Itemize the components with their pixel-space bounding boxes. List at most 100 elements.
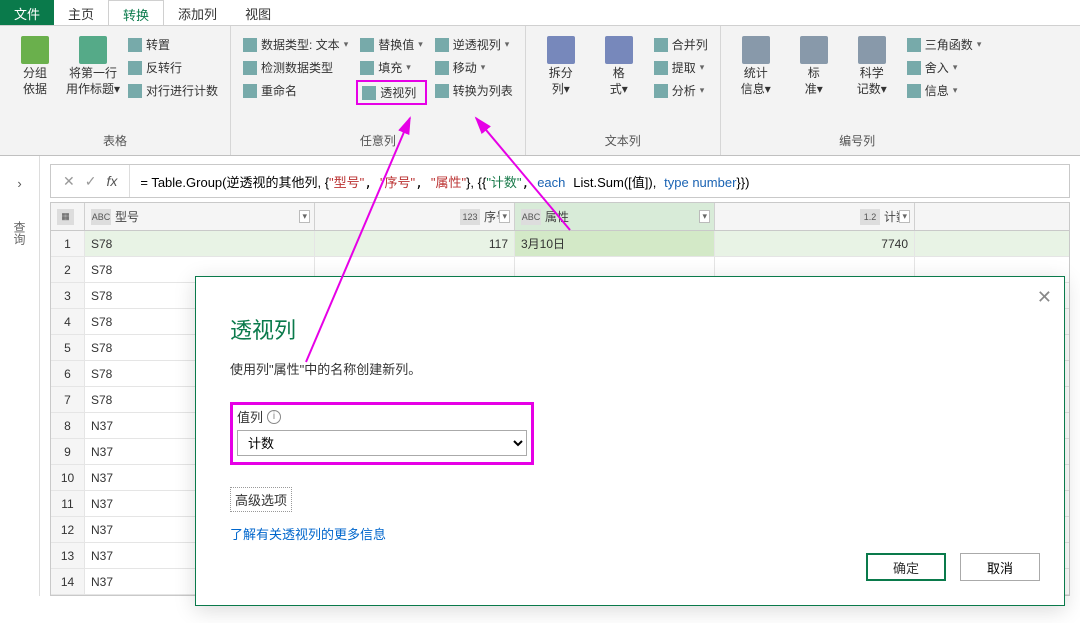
group-table: 分组 依据 将第一行 用作标题▾ 转置 反转行 对行进行计数 表格	[0, 26, 231, 155]
filter-dropdown-icon[interactable]: ▾	[699, 210, 710, 223]
col-header-count[interactable]: 1.2计数▾	[715, 203, 915, 230]
group-textcol-label: 文本列	[534, 128, 712, 155]
formula-text[interactable]: = Table.Group(逆透视的其他列, {"型号", "序号", "属性"…	[130, 172, 759, 191]
col-header-seq[interactable]: 123序号▾	[315, 203, 515, 230]
round-icon	[907, 61, 921, 75]
value-column-label: 值列i	[237, 407, 527, 426]
group-anycol-label: 任意列	[239, 128, 517, 155]
learn-more-link[interactable]: 了解有关透视列的更多信息	[230, 524, 1030, 543]
cell-attribute[interactable]: 3月10日	[515, 231, 715, 256]
parse-button[interactable]: 分析▾	[650, 80, 712, 101]
expand-chevron-icon[interactable]: ›	[17, 176, 21, 191]
move-icon	[435, 61, 449, 75]
group-textcol: 拆分 列▾ 格 式▾ 合并列 提取▾ 分析▾ 文本列	[526, 26, 721, 155]
count-rows-button[interactable]: 对行进行计数	[124, 80, 222, 101]
tab-file[interactable]: 文件	[0, 0, 54, 25]
queries-pane-collapsed[interactable]: › 查询	[0, 156, 40, 596]
row-index: 2	[51, 257, 85, 282]
group-anycol: 数据类型: 文本▾ 检测数据类型 重命名 替换值▾ 填充▾ 透视列 逆透视列▾ …	[231, 26, 526, 155]
row-index: 14	[51, 569, 85, 594]
move-button[interactable]: 移动▾	[431, 57, 517, 78]
fx-icon[interactable]: fx	[106, 173, 117, 189]
split-column-button[interactable]: 拆分 列▾	[534, 30, 588, 101]
table-row[interactable]: 1S781173月10日7740	[51, 231, 1069, 257]
info-button[interactable]: 信息▾	[903, 80, 986, 101]
formula-accept-icon[interactable]: ✓	[85, 173, 97, 190]
dialog-description: 使用列"属性"中的名称创建新列。	[230, 359, 1030, 378]
merge-cols-button[interactable]: 合并列	[650, 34, 712, 55]
pivot-column-button[interactable]: 透视列	[356, 80, 427, 105]
sigma-icon	[742, 36, 770, 64]
tab-addcol[interactable]: 添加列	[164, 0, 231, 25]
table-icon: ▦	[57, 209, 74, 225]
cancel-button[interactable]: 取消	[960, 553, 1040, 581]
filter-dropdown-icon[interactable]: ▾	[299, 210, 310, 223]
cell-model[interactable]: S78	[85, 231, 315, 256]
formula-bar: ✕ ✓ fx = Table.Group(逆透视的其他列, {"型号", "序号…	[50, 164, 1070, 198]
text-type-icon: ABC	[521, 209, 541, 225]
detect-type-button[interactable]: 检测数据类型	[239, 57, 352, 78]
row-index: 10	[51, 465, 85, 490]
reverse-rows-button[interactable]: 反转行	[124, 57, 222, 78]
extract-button[interactable]: 提取▾	[650, 57, 712, 78]
tab-transform[interactable]: 转换	[108, 0, 164, 25]
ok-button[interactable]: 确定	[866, 553, 946, 581]
col-header-attribute[interactable]: ABC属性▾	[515, 203, 715, 230]
text-type-icon: ABC	[91, 209, 111, 225]
format-button[interactable]: 格 式▾	[592, 30, 646, 101]
to-list-button[interactable]: 转换为列表	[431, 80, 517, 101]
datatype-button[interactable]: 数据类型: 文本▾	[239, 34, 352, 55]
filter-dropdown-icon[interactable]: ▾	[899, 210, 910, 223]
trig-button[interactable]: 三角函数▾	[903, 34, 986, 55]
replace-values-button[interactable]: 替换值▾	[356, 34, 427, 55]
col-header-model[interactable]: ABC型号▾	[85, 203, 315, 230]
detect-icon	[243, 61, 257, 75]
menu-bar: 文件 主页 转换 添加列 视图	[0, 0, 1080, 26]
row-index: 6	[51, 361, 85, 386]
rename-button[interactable]: 重命名	[239, 80, 352, 101]
row-index: 11	[51, 491, 85, 516]
info-icon[interactable]: i	[267, 410, 281, 424]
pow10-icon	[858, 36, 886, 64]
cell-seq[interactable]: 117	[315, 231, 515, 256]
standard-button[interactable]: 标 准▾	[787, 30, 841, 101]
group-table-label: 表格	[8, 128, 222, 155]
rounding-button[interactable]: 舍入▾	[903, 57, 986, 78]
pivot-column-dialog: ✕ 透视列 使用列"属性"中的名称创建新列。 值列i 计数 高级选项 了解有关透…	[195, 276, 1065, 606]
rename-icon	[243, 84, 257, 98]
datatype-icon	[243, 38, 257, 52]
close-icon[interactable]: ✕	[1037, 287, 1052, 308]
table-header-icon	[79, 36, 107, 64]
use-first-row-button[interactable]: 将第一行 用作标题▾	[66, 30, 120, 101]
parse-icon	[654, 84, 668, 98]
groupby-icon	[21, 36, 49, 64]
tab-home[interactable]: 主页	[54, 0, 108, 25]
unpivot-button[interactable]: 逆透视列▾	[431, 34, 517, 55]
groupby-button[interactable]: 分组 依据	[8, 30, 62, 101]
value-column-select[interactable]: 计数	[237, 430, 527, 456]
replace-icon	[360, 38, 374, 52]
extract-icon	[654, 61, 668, 75]
row-index: 4	[51, 309, 85, 334]
row-index: 1	[51, 231, 85, 256]
stats-button[interactable]: 统计 信息▾	[729, 30, 783, 101]
filter-dropdown-icon[interactable]: ▾	[499, 210, 510, 223]
row-index: 12	[51, 517, 85, 542]
dialog-title: 透视列	[230, 313, 1030, 345]
ribbon: 分组 依据 将第一行 用作标题▾ 转置 反转行 对行进行计数 表格 数据类型: …	[0, 26, 1080, 156]
trig-icon	[907, 38, 921, 52]
cell-count[interactable]: 7740	[715, 231, 915, 256]
pivot-icon	[362, 86, 376, 100]
row-index-header[interactable]: ▦	[51, 203, 85, 230]
formula-cancel-icon[interactable]: ✕	[63, 173, 75, 190]
scientific-button[interactable]: 科学 记数▾	[845, 30, 899, 101]
int-type-icon: 123	[460, 209, 480, 225]
transpose-button[interactable]: 转置	[124, 34, 222, 55]
advanced-options-toggle[interactable]: 高级选项	[230, 487, 292, 512]
fill-button[interactable]: 填充▾	[356, 57, 427, 78]
tab-view[interactable]: 视图	[231, 0, 285, 25]
merge-icon	[654, 38, 668, 52]
calc-icon	[800, 36, 828, 64]
row-index: 13	[51, 543, 85, 568]
count-icon	[128, 84, 142, 98]
